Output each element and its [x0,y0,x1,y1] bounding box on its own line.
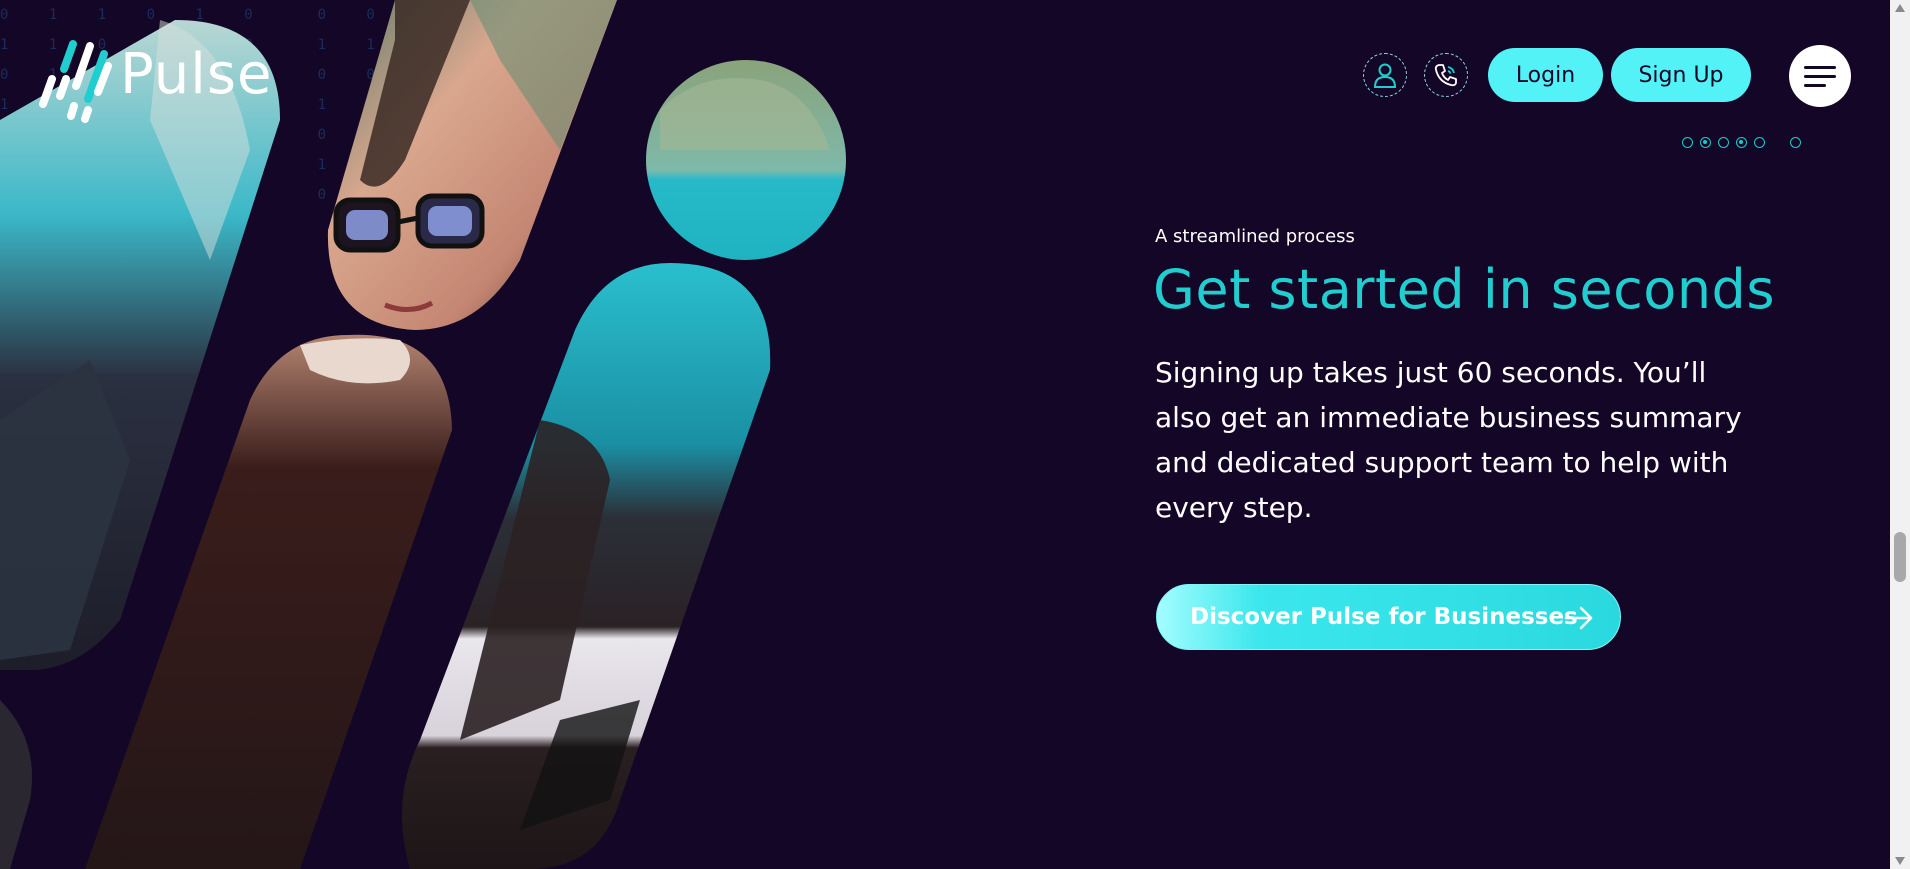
hamburger-menu-icon [1804,83,1826,87]
discover-businesses-button[interactable]: Discover Pulse for Businesses [1156,584,1621,650]
page: 0 1 1 0 1 0 0 0 1 0 1 1 0 0 1 0 1 1 0 0 … [0,0,1910,869]
menu-button[interactable] [1789,45,1851,107]
section-body-text: Signing up takes just 60 seconds. You’ll… [1155,356,1742,524]
contact-button[interactable] [1424,53,1468,97]
phone-icon [1434,64,1457,87]
section-dot[interactable] [1700,137,1711,148]
hamburger-menu-icon [1804,74,1836,78]
hero-photo-collage [0,0,846,869]
arrow-right-icon [1564,606,1593,630]
section-headline: Get started in seconds [1153,258,1775,321]
hamburger-menu-icon [1804,65,1836,69]
section-dot[interactable] [1718,137,1729,148]
login-button[interactable]: Login [1488,48,1603,102]
signup-button[interactable]: Sign Up [1611,48,1751,102]
scrollbar-thumb[interactable] [1894,532,1906,582]
user-icon [1373,63,1397,88]
cta-label: Discover Pulse for Businesses [1190,604,1578,630]
brand-logo[interactable]: Pulse [38,24,272,124]
section-pagination [1682,136,1802,152]
section-dot[interactable] [1736,137,1747,148]
brand-name: Pulse [120,41,273,107]
section-eyebrow: A streamlined process [1155,226,1355,247]
section-dot[interactable] [1754,137,1765,148]
account-button[interactable] [1363,53,1407,97]
section-dot[interactable] [1682,137,1693,148]
scroll-down-arrow-icon[interactable] [1895,857,1905,865]
page-scrollbar[interactable] [1890,0,1910,869]
section-dot[interactable] [1790,137,1801,148]
scroll-up-arrow-icon[interactable] [1895,4,1905,12]
pulse-logo-mark-icon [39,40,112,123]
